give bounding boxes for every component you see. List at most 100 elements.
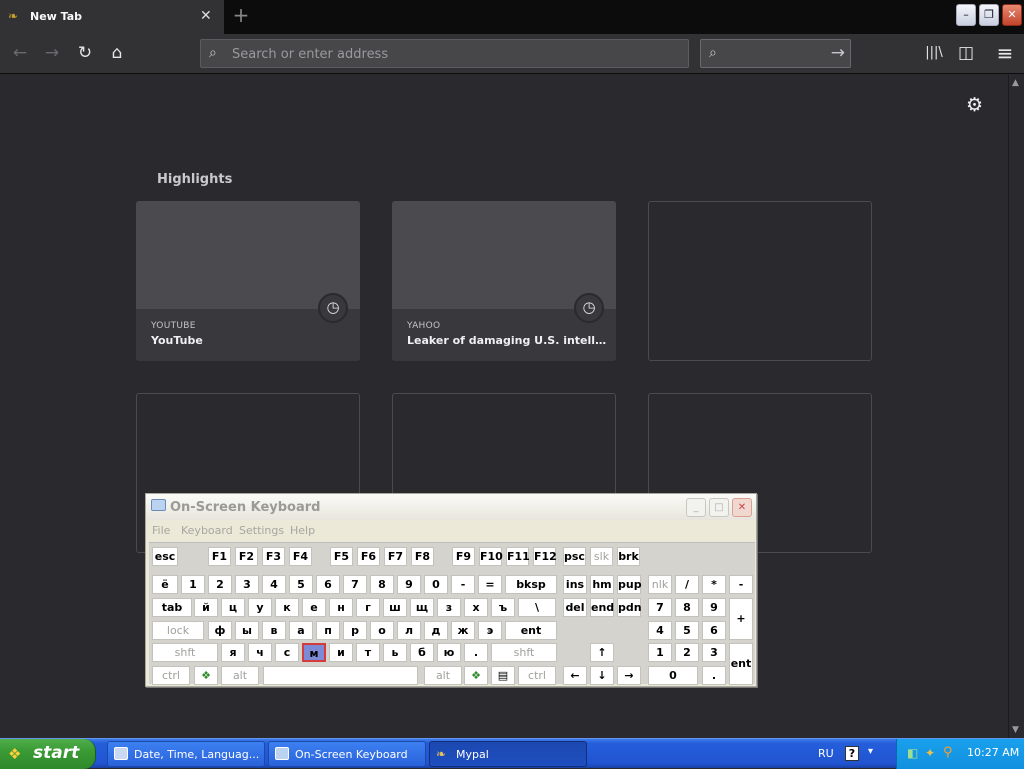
key-.[interactable]: . [702,666,726,685]
key-ent[interactable]: ent [505,621,557,640]
key-9[interactable]: 9 [397,575,421,594]
key-з[interactable]: з [437,598,461,617]
key-shft[interactable]: shft [491,643,557,662]
key-pdn[interactable]: pdn [617,598,642,617]
key-↓[interactable]: ↓ [590,666,614,685]
key-/[interactable]: / [675,575,699,594]
key-а[interactable]: а [289,621,313,640]
key-nlk[interactable]: nlk [648,575,672,594]
menu-settings[interactable]: Settings [239,524,284,537]
key-alt[interactable]: alt [221,666,259,685]
osk-maximize-button[interactable]: □ [709,498,729,517]
search-bar[interactable]: ⌕ → [700,39,851,68]
key-ч[interactable]: ч [248,643,272,662]
key-п[interactable]: п [316,621,340,640]
key-lock[interactable]: lock [152,621,204,640]
key-ж[interactable]: ж [451,621,475,640]
key-F9[interactable]: F9 [452,547,475,566]
key-F7[interactable]: F7 [384,547,407,566]
close-button[interactable]: ✕ [1002,4,1022,26]
key-ё[interactable]: ё [152,575,178,594]
help-icon[interactable]: ? [845,746,859,761]
key-ы[interactable]: ы [235,621,259,640]
key-hm[interactable]: hm [590,575,614,594]
key-F12[interactable]: F12 [533,547,557,566]
key-F4[interactable]: F4 [289,547,312,566]
key-F6[interactable]: F6 [357,547,380,566]
key-5[interactable]: 5 [675,621,699,640]
key-slk[interactable]: slk [590,547,613,566]
reload-icon[interactable]: ↻ [73,42,97,66]
key-ц[interactable]: ц [221,598,245,617]
menu-icon[interactable]: ≡ [993,42,1017,66]
key-F8[interactable]: F8 [411,547,434,566]
key-F5[interactable]: F5 [330,547,353,566]
taskbar-button-osk[interactable]: On-Screen Keyboard [268,741,426,767]
key-м[interactable]: м [302,643,326,662]
key-3[interactable]: 3 [235,575,259,594]
address-input[interactable] [232,45,672,63]
new-tab-button[interactable]: + [230,4,252,28]
key-ь[interactable]: ь [383,643,407,662]
language-indicator[interactable]: RU [818,747,834,760]
key-esc[interactable]: esc [152,547,178,566]
home-icon[interactable]: ⌂ [105,42,129,66]
tab-close-icon[interactable]: ✕ [200,8,212,24]
key-alt[interactable]: alt [424,666,462,685]
library-icon[interactable]: |||\ [922,42,946,66]
scroll-up-icon[interactable]: ▲ [1012,78,1019,88]
key-л[interactable]: л [397,621,421,640]
back-icon[interactable]: ← [8,42,32,66]
key-9[interactable]: 9 [702,598,726,617]
key-5[interactable]: 5 [289,575,313,594]
highlight-card-yahoo[interactable]: ◷ YAHOO Leaker of damaging U.S. intellig… [392,201,616,361]
key-end[interactable]: end [590,598,614,617]
key-→[interactable]: → [617,666,641,685]
key-3[interactable]: 3 [702,643,726,662]
key-р[interactable]: р [343,621,367,640]
key-ш[interactable]: ш [383,598,407,617]
highlight-card-youtube[interactable]: ◷ YOUTUBE YouTube [136,201,360,361]
key-ф[interactable]: ф [208,621,232,640]
key-ent[interactable]: ent [729,643,753,685]
key-7[interactable]: 7 [343,575,367,594]
search-go-icon[interactable]: → [831,43,845,63]
key-↑[interactable]: ↑ [590,643,614,662]
search-tray-icon[interactable]: ⚲ [943,745,953,760]
key-2[interactable]: 2 [675,643,699,662]
key-щ[interactable]: щ [410,598,434,617]
key-F1[interactable]: F1 [208,547,231,566]
key-7[interactable]: 7 [648,598,672,617]
key-brk[interactable]: brk [617,547,640,566]
key-.[interactable]: . [464,643,488,662]
sidebar-icon[interactable]: ◫ [954,42,978,66]
key-д[interactable]: д [424,621,448,640]
menu-file[interactable]: File [152,524,170,537]
restore-button[interactable]: ❐ [979,4,999,26]
key-F10[interactable]: F10 [479,547,503,566]
osk-minimize-button[interactable]: _ [686,498,706,517]
key-к[interactable]: к [275,598,299,617]
gear-icon[interactable]: ⚙ [966,94,983,116]
taskbar-button-mypal[interactable]: ❧ Mypal [429,741,587,767]
key-й[interactable]: й [194,598,218,617]
key-=[interactable]: = [478,575,502,594]
menu-key-icon[interactable]: ▤ [491,666,515,685]
key-у[interactable]: у [248,598,272,617]
key-F2[interactable]: F2 [235,547,258,566]
key-0[interactable]: 0 [424,575,448,594]
key-с[interactable]: с [275,643,299,662]
key-б[interactable]: б [410,643,434,662]
key-4[interactable]: 4 [262,575,286,594]
network-icon[interactable]: ◧ [907,746,918,760]
minimize-button[interactable]: – [956,4,976,26]
osk-titlebar[interactable]: On-Screen Keyboard _ □ ✕ [146,494,756,520]
menu-help[interactable]: Help [290,524,315,537]
key-6[interactable]: 6 [702,621,726,640]
key-F3[interactable]: F3 [262,547,285,566]
key-о[interactable]: о [370,621,394,640]
address-bar[interactable]: ⌕ [200,39,689,68]
scrollbar[interactable]: ▲ ▼ [1008,75,1024,738]
key-1[interactable]: 1 [648,643,672,662]
key-←[interactable]: ← [563,666,587,685]
